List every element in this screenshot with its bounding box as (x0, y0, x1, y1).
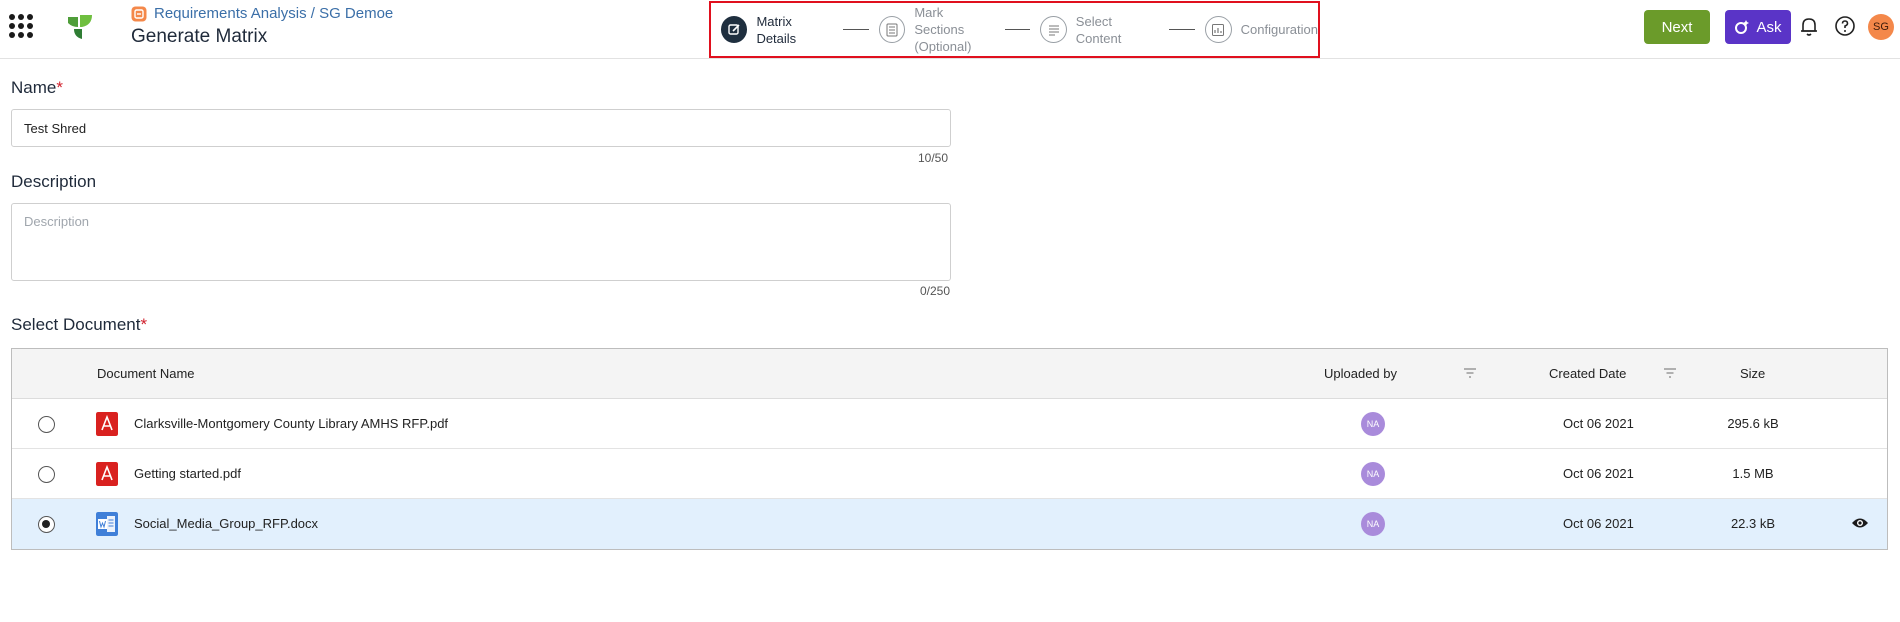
filter-icon[interactable] (1663, 367, 1677, 379)
file-size: 1.5 MB (1732, 466, 1774, 481)
step-connector (1169, 29, 1195, 30)
required-marker: * (140, 315, 148, 334)
word-file-icon (96, 512, 118, 536)
row-radio-checked[interactable] (38, 516, 55, 533)
breadcrumb[interactable]: Requirements Analysis / SG Demoe (131, 5, 393, 22)
step-label-main: Mark Sections (914, 5, 965, 37)
app-header: Requirements Analysis / SG Demoe Generat… (0, 0, 1900, 59)
row-radio[interactable] (38, 466, 55, 483)
select-document-label-text: Select Document (11, 315, 141, 334)
pdf-file-icon (96, 412, 118, 436)
document-name: Clarksville-Montgomery County Library AM… (134, 416, 449, 431)
name-input[interactable] (11, 109, 951, 147)
created-date: Oct 06 2021 (1563, 466, 1634, 481)
text-lines-icon (1040, 16, 1067, 43)
document-list-icon (878, 16, 906, 43)
ask-label: Ask (1756, 18, 1782, 36)
select-document-label: Select Document* (11, 315, 147, 335)
chart-config-icon (1204, 16, 1232, 43)
description-label: Description (11, 172, 97, 191)
next-button[interactable]: Next (1644, 10, 1710, 44)
created-date: Oct 06 2021 (1563, 516, 1634, 531)
step-mark-sections[interactable]: Mark Sections (Optional) (878, 4, 995, 55)
sparkle-icon (1735, 20, 1750, 34)
step-label: Matrix Details (756, 13, 797, 46)
name-char-counter: 10/50 (918, 151, 949, 165)
table-row[interactable]: Clarksville-Montgomery County Library AM… (12, 399, 1887, 449)
table-row-selected[interactable]: Social_Media_Group_RFP.docx NA Oct 06 20… (12, 499, 1887, 549)
documents-table: Document Name Uploaded by Created Date S… (11, 348, 1888, 550)
help-icon[interactable] (1833, 14, 1857, 38)
step-select-content[interactable]: Select Content (1040, 13, 1159, 47)
step-connector (1004, 29, 1031, 30)
filter-icon[interactable] (1463, 367, 1477, 379)
file-size: 22.3 kB (1730, 516, 1776, 531)
user-avatar[interactable]: SG (1868, 14, 1894, 40)
document-name: Social_Media_Group_RFP.docx (134, 516, 319, 531)
file-size: 295.6 kB (1727, 416, 1779, 431)
edit-icon (721, 16, 748, 43)
created-date: Oct 06 2021 (1563, 416, 1634, 431)
table-row[interactable]: Getting started.pdf NA Oct 06 2021 1.5 M… (12, 449, 1887, 499)
document-name: Getting started.pdf (134, 466, 241, 481)
step-matrix-details[interactable]: Matrix Details (721, 13, 833, 47)
matrix-module-icon (131, 6, 147, 21)
name-label: Name* (11, 78, 63, 98)
uploader-avatar: NA (1361, 512, 1385, 536)
step-label-sub: (Optional) (914, 39, 972, 54)
wizard-stepper: Matrix Details Mark Sections (Optional) (709, 1, 1320, 58)
uploader-avatar: NA (1361, 412, 1385, 436)
required-marker: * (56, 78, 63, 97)
ask-button[interactable]: Ask (1725, 10, 1791, 44)
name-label-text: Name (11, 78, 57, 97)
notification-bell-icon[interactable] (1797, 14, 1821, 38)
step-configuration[interactable]: Configuration (1204, 16, 1318, 43)
table-header: Document Name Uploaded by Created Date S… (12, 349, 1887, 399)
uploader-avatar: NA (1361, 462, 1385, 486)
col-uploaded-by[interactable]: Uploaded by (1324, 366, 1397, 381)
row-radio[interactable] (38, 416, 55, 433)
step-label: Mark Sections (Optional) (914, 4, 995, 55)
step-label: Select Content (1075, 13, 1122, 46)
preview-eye-icon[interactable] (1851, 516, 1869, 530)
apps-grid-icon[interactable] (9, 14, 33, 38)
brand-logo-icon (68, 15, 92, 39)
step-label: Configuration (1240, 22, 1318, 37)
page-title: Generate Matrix (131, 26, 268, 47)
description-input[interactable] (11, 203, 951, 281)
col-document-name[interactable]: Document Name (97, 366, 195, 381)
col-size[interactable]: Size (1740, 366, 1765, 381)
description-char-counter: 0/250 (920, 284, 951, 298)
pdf-file-icon (96, 462, 118, 486)
breadcrumb-text[interactable]: Requirements Analysis / SG Demoe (154, 5, 393, 22)
step-connector (843, 29, 869, 30)
col-created-date[interactable]: Created Date (1549, 366, 1626, 381)
